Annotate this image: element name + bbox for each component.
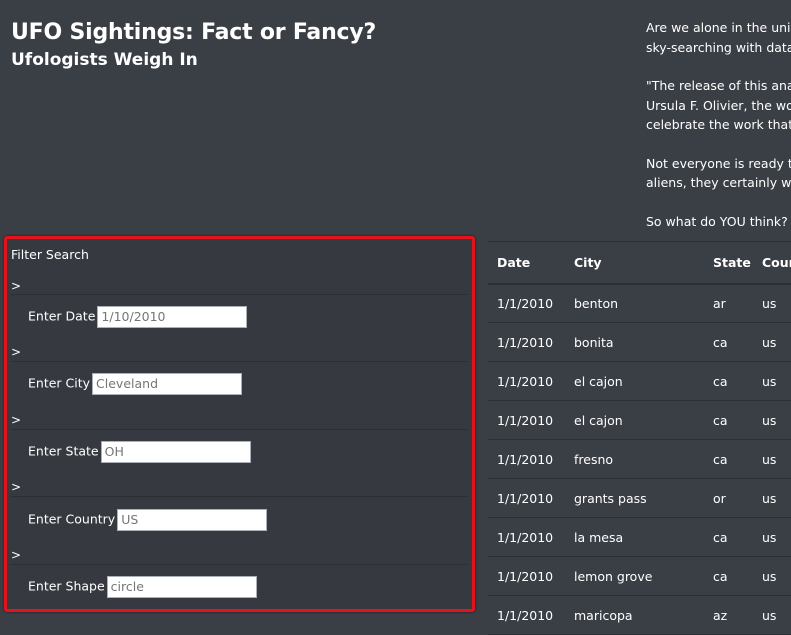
state-label: Enter State bbox=[28, 443, 99, 459]
cell-city: benton bbox=[574, 295, 619, 311]
column-header-country: Coun bbox=[762, 254, 791, 270]
row-divider bbox=[11, 294, 467, 295]
shape-input[interactable] bbox=[106, 575, 257, 598]
cell-city: el cajon bbox=[574, 373, 623, 389]
table-row: 1/1/2010 la mesa ca us bbox=[488, 518, 791, 557]
chevron-right-icon: > bbox=[11, 413, 22, 427]
column-header-date: Date bbox=[497, 254, 531, 270]
table-row: 1/1/2010 fresno ca us bbox=[488, 440, 791, 479]
cell-city: maricopa bbox=[574, 607, 633, 623]
cell-city: lemon grove bbox=[574, 568, 653, 584]
city-label: Enter City bbox=[28, 375, 91, 391]
row-divider bbox=[11, 564, 467, 565]
cell-country: us bbox=[762, 412, 777, 428]
chevron-right-icon: > bbox=[11, 480, 22, 494]
cell-state: ca bbox=[713, 568, 728, 584]
sightings-table-container: Date City State Coun 1/1/2010bentonarus1… bbox=[488, 241, 791, 635]
sightings-table: Date City State Coun 1/1/2010bentonarus1… bbox=[488, 241, 791, 635]
table-row: 1/1/2010 el cajon ca us bbox=[488, 401, 791, 440]
cell-country: us bbox=[762, 451, 777, 467]
row-divider bbox=[11, 496, 467, 497]
cell-city: bonita bbox=[574, 334, 614, 350]
country-label: Enter Country bbox=[28, 511, 116, 527]
cell-date: 1/1/2010 bbox=[497, 451, 554, 467]
cell-country: us bbox=[762, 529, 777, 545]
filter-search-panel: Filter Search > Enter Date > Enter City … bbox=[4, 236, 475, 612]
cell-date: 1/1/2010 bbox=[497, 607, 554, 623]
shape-label: Enter Shape bbox=[28, 578, 105, 594]
cell-city: el cajon bbox=[574, 412, 623, 428]
table-row: 1/1/2010 maricopa az us bbox=[488, 596, 791, 635]
table-body: 1/1/2010 benton ar us 1/1/2010 bonita ca us 1/1/… bbox=[488, 284, 791, 635]
article-line: Not everyone is ready to c bbox=[646, 155, 791, 171]
cell-country: us bbox=[762, 607, 777, 623]
page-header: UFO Sightings: Fact or Fancy? Ufologists… bbox=[11, 18, 471, 72]
cell-date: 1/1/2010 bbox=[497, 412, 554, 428]
date-label: Enter Date bbox=[28, 308, 96, 324]
cell-date: 1/1/2010 bbox=[497, 334, 554, 350]
cell-date: 1/1/2010 bbox=[497, 373, 554, 389]
article-line: celebrate the work that ha bbox=[646, 117, 791, 132]
article-paragraph: Are we alone in the univer sky-searching… bbox=[646, 18, 791, 57]
cell-country: us bbox=[762, 334, 777, 350]
state-filter: Enter State bbox=[28, 440, 251, 463]
city-input[interactable] bbox=[92, 372, 243, 395]
article-line: sky-searching with data ar bbox=[646, 39, 791, 55]
chevron-right-icon: > bbox=[11, 548, 22, 562]
cell-state: ca bbox=[713, 451, 728, 467]
cell-state: ar bbox=[713, 295, 726, 311]
table-row: 1/1/2010 el cajon ca us bbox=[488, 362, 791, 401]
table-row: 1/1/2010 lemon grove ca us bbox=[488, 557, 791, 596]
chevron-right-icon: > bbox=[11, 345, 22, 359]
cell-country: us bbox=[762, 295, 777, 311]
cell-date: 1/1/2010 bbox=[497, 568, 554, 584]
article-line: Ursula F. Olivier, the world bbox=[646, 97, 791, 113]
article-line: So what do YOU think? Ar bbox=[646, 213, 791, 229]
country-filter: Enter Country bbox=[28, 508, 268, 531]
cell-state: or bbox=[713, 490, 726, 506]
chevron-right-icon: > bbox=[11, 279, 22, 293]
cell-state: ca bbox=[713, 529, 728, 545]
table-row: 1/1/2010 bonita ca us bbox=[488, 323, 791, 362]
cell-country: us bbox=[762, 568, 777, 584]
article-line: Are we alone in the univer bbox=[646, 20, 791, 35]
column-header-city: City bbox=[574, 254, 602, 270]
cell-country: us bbox=[762, 490, 777, 506]
cell-date: 1/1/2010 bbox=[497, 529, 554, 545]
date-filter: Enter Date bbox=[28, 305, 248, 328]
date-input[interactable] bbox=[97, 305, 248, 328]
table-header-row: Date City State Coun bbox=[488, 241, 791, 284]
filter-search-title: Filter Search bbox=[11, 247, 89, 262]
article-line: aliens, they certainly woul bbox=[646, 175, 791, 190]
cell-state: az bbox=[713, 607, 728, 623]
article-paragraph: So what do YOU think? Ar bbox=[646, 212, 791, 232]
article-text: Are we alone in the univer sky-searching… bbox=[646, 18, 791, 250]
article-paragraph: "The release of this analys Ursula F. Ol… bbox=[646, 76, 791, 135]
cell-date: 1/1/2010 bbox=[497, 295, 554, 311]
row-divider bbox=[11, 361, 467, 362]
cell-city: la mesa bbox=[574, 529, 624, 545]
shape-filter: Enter Shape bbox=[28, 575, 257, 598]
country-input[interactable] bbox=[117, 508, 268, 531]
page-subtitle: Ufologists Weigh In bbox=[11, 50, 198, 70]
cell-country: us bbox=[762, 373, 777, 389]
table-row: 1/1/2010 benton ar us bbox=[488, 284, 791, 323]
column-header-state: State bbox=[713, 254, 751, 270]
article-paragraph: Not everyone is ready to c aliens, they … bbox=[646, 154, 791, 193]
city-filter: Enter City bbox=[28, 372, 243, 395]
page-title: UFO Sightings: Fact or Fancy? bbox=[11, 20, 377, 45]
row-divider bbox=[11, 429, 467, 430]
cell-city: grants pass bbox=[574, 490, 647, 506]
cell-city: fresno bbox=[574, 451, 614, 467]
table-row: 1/1/2010 grants pass or us bbox=[488, 479, 791, 518]
article-line: "The release of this analys bbox=[646, 78, 791, 93]
cell-state: ca bbox=[713, 334, 728, 350]
cell-state: ca bbox=[713, 412, 728, 428]
state-input[interactable] bbox=[100, 440, 251, 463]
cell-state: ca bbox=[713, 373, 728, 389]
cell-date: 1/1/2010 bbox=[497, 490, 554, 506]
